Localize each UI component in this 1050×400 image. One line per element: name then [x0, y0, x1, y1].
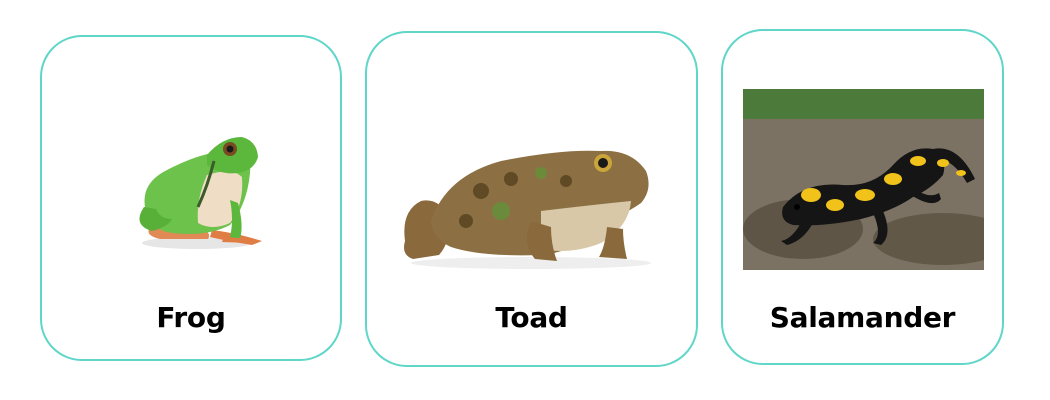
card-label: Salamander — [769, 301, 956, 334]
frog-image — [139, 137, 262, 249]
amphibian-cards-panel: Frog Toad Salamander — [0, 0, 1050, 400]
card-frog[interactable]: Frog — [40, 35, 342, 361]
salamander-image — [743, 89, 984, 270]
card-label: Frog — [156, 301, 226, 334]
toad-image — [404, 150, 651, 269]
card-salamander[interactable]: Salamander — [721, 29, 1004, 365]
card-label: Toad — [495, 301, 568, 334]
card-toad[interactable]: Toad — [365, 31, 698, 367]
